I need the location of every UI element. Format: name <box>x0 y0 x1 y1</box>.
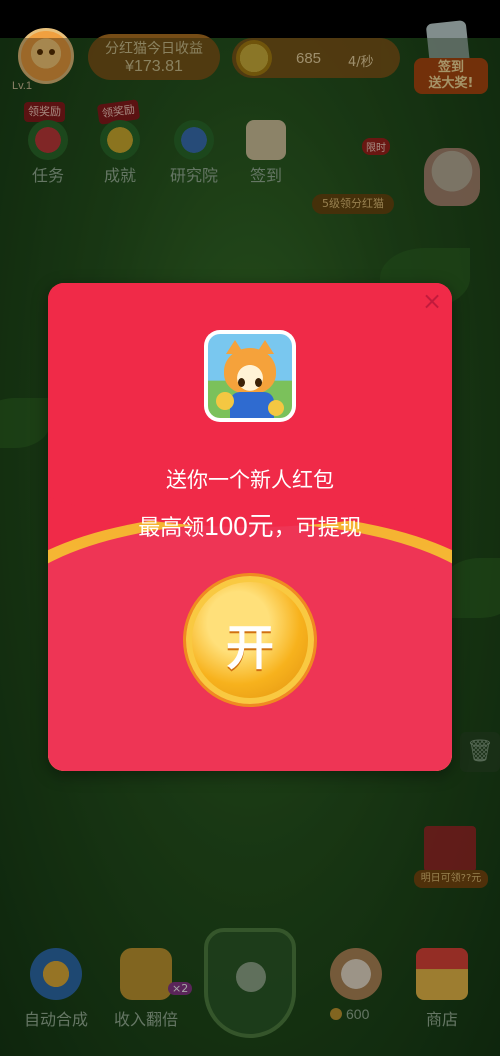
close-icon[interactable]: × <box>420 289 444 314</box>
modal-subtitle-prefix: 最高领 <box>138 516 205 541</box>
modal-title: 送你一个新人红包 <box>166 468 334 492</box>
modal-subtitle: 最高领100元，可提现 <box>48 506 452 543</box>
app-logo-icon <box>204 330 296 422</box>
open-button-label: 开 <box>225 620 274 676</box>
modal-subtitle-amount: 100元 <box>204 511 274 541</box>
open-envelope-button[interactable]: 开 <box>186 576 314 704</box>
modal-subtitle-suffix: ，可提现 <box>273 516 362 541</box>
